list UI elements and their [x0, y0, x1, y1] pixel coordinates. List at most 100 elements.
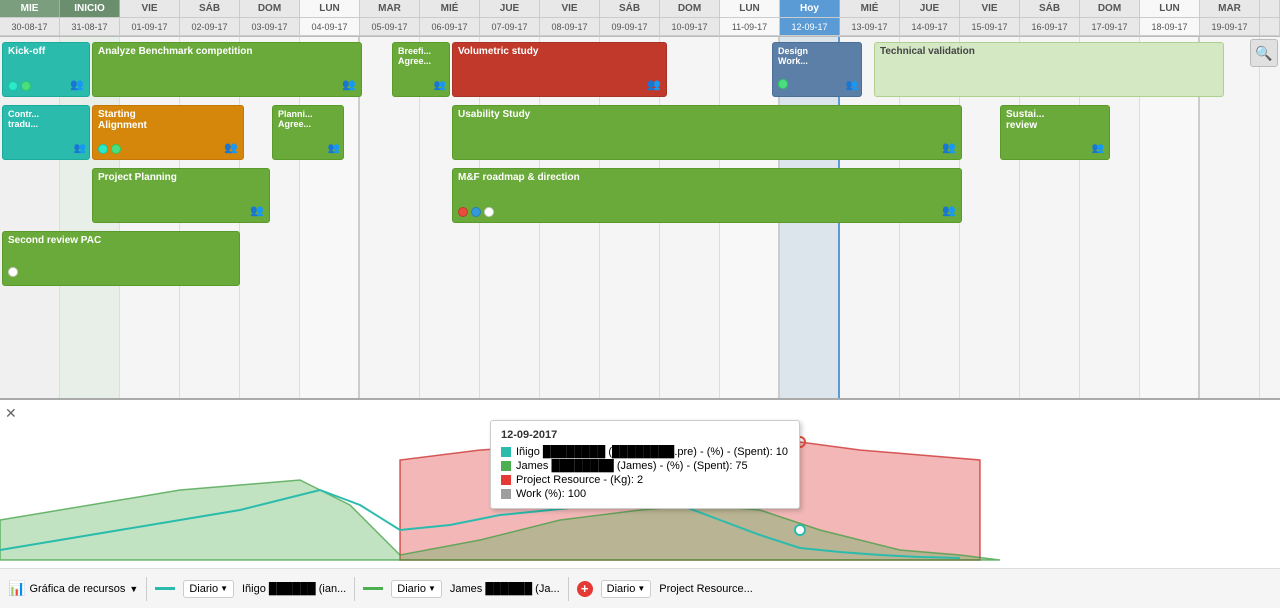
task-mf-roadmap[interactable]: M&F roadmap & direction 👥 [452, 168, 962, 223]
date-cell-5: 04-09-17S 36 [300, 18, 360, 35]
dot-teal-sa [98, 144, 108, 154]
header-day-rest [1260, 0, 1280, 17]
dot-green-sa [111, 144, 121, 154]
person-icon-starting: 👥 [224, 142, 238, 154]
person-icon-planni: 👥 [328, 143, 340, 154]
task-sustai-review[interactable]: Sustai... review 👥 [1000, 105, 1110, 160]
legend-project-resource: + [577, 581, 593, 597]
task-subtitle-design: Work... [778, 56, 856, 66]
header-day-mon1: LUN [300, 0, 360, 17]
date-cell-16: 15-09-17 [960, 18, 1020, 35]
person-icon-volumetric: 👥 [647, 79, 661, 91]
chart-footer-bar: 📊 Gráfica de recursos ▼ Diario ▼ Iñigo █… [0, 568, 1280, 608]
tooltip-item-3: Project Resource - (Kg): 2 [501, 474, 789, 486]
legend-inigo [155, 587, 175, 590]
task-second-review[interactable]: Second review PAC [2, 231, 240, 286]
header-day-sat2: SÁB [600, 0, 660, 17]
person-icon-usability: 👥 [942, 142, 956, 154]
header-day-wed2: MIÉ [840, 0, 900, 17]
date-cell-7: 06-09-17 [420, 18, 480, 35]
dot-white-sr [8, 267, 18, 277]
separator-3 [568, 577, 569, 601]
tooltip-item-1-text: Iñigo ████████ (████████.pre) - (%) - (S… [516, 446, 788, 458]
tooltip-item-2: James ████████ (James) - (%) - (Spent): … [501, 460, 789, 472]
person-icon-briefing: 👥 [434, 80, 446, 91]
chevron-down-icon-james: ▼ [428, 584, 436, 593]
task-title-contr: Contr... [8, 109, 84, 119]
header-day-sat3: SÁB [1020, 0, 1080, 17]
date-cell-6: 05-09-17 [360, 18, 420, 35]
header-day-sat: SÁB [180, 0, 240, 17]
header-day-sun: DOM [240, 0, 300, 17]
diario-dropdown-james[interactable]: Diario ▼ [391, 580, 442, 598]
gantt-container: MIE INICIO VIE SÁB DOM LUN MAR MIÉ JUE V… [0, 0, 1280, 608]
header-day-mon3: LUN [1140, 0, 1200, 17]
task-technical-validation[interactable]: Technical validation [874, 42, 1224, 97]
date-cell-1: 31-08-17 [60, 18, 120, 35]
date-cell-9: 08-09-17 [540, 18, 600, 35]
person-icon-pp: 👥 [250, 205, 264, 217]
search-button[interactable]: 🔍 [1250, 39, 1278, 67]
diario-label-inigo: Diario [189, 583, 218, 595]
header-day-wed: MIÉ [420, 0, 480, 17]
task-title-kick-off: Kick-off [8, 46, 84, 57]
person-icon-sustai: 👥 [1092, 143, 1104, 154]
legend-inigo-color [155, 587, 175, 590]
task-analyze-benchmark[interactable]: Analyze Benchmark competition 👥 [92, 42, 362, 97]
dot-green [21, 81, 31, 91]
header-day-thu: JUE [480, 0, 540, 17]
date-cell-4: 03-09-17 [240, 18, 300, 35]
date-cell-today: 12-09-17 [780, 18, 840, 35]
task-project-planning[interactable]: Project Planning 👥 [92, 168, 270, 223]
task-usability-study[interactable]: Usability Study 👥 [452, 105, 962, 160]
tooltip-item-1: Iñigo ████████ (████████.pre) - (%) - (S… [501, 446, 789, 458]
task-starting-alignment[interactable]: Starting Alignment 👥 [92, 105, 244, 160]
chevron-down-icon-pr: ▼ [637, 584, 645, 593]
resource-chart-area: ✕ 12-09-2017 Iñigo ████████ (████████.pr… [0, 398, 1280, 608]
task-design-work[interactable]: Design Work... 👥 [772, 42, 862, 97]
header-day-tue2: MAR [1200, 0, 1260, 17]
date-cell-10: 09-09-17 [600, 18, 660, 35]
date-cell-0: 30-08-17 [0, 18, 60, 35]
task-planni-agree[interactable]: Planni... Agree... 👥 [272, 105, 344, 160]
tooltip-item-3-text: Project Resource - (Kg): 2 [516, 474, 643, 486]
date-cell-14: 13-09-17 [840, 18, 900, 35]
tooltip-item-4-text: Work (%): 100 [516, 488, 586, 500]
task-briefing-agree[interactable]: Breefi... Agree... 👥 [392, 42, 450, 97]
task-subtitle-contr: tradu... [8, 119, 84, 129]
chevron-down-icon-resource: ▼ [129, 584, 138, 594]
header-day-tue: MAR [360, 0, 420, 17]
tooltip-item-2-text: James ████████ (James) - (%) - (Spent): … [516, 460, 748, 472]
resource-graph-label: Gráfica de recursos [29, 583, 125, 595]
resource-graph-button[interactable]: 📊 Gráfica de recursos ▼ [8, 580, 138, 597]
dot-red-mf [458, 207, 468, 217]
header-day-fri: VIE [120, 0, 180, 17]
diario-label-pr: Diario [607, 583, 636, 595]
date-cell-15: 14-09-17 [900, 18, 960, 35]
chart-tooltip: 12-09-2017 Iñigo ████████ (████████.pre)… [490, 420, 800, 509]
dot-green-design [778, 79, 788, 89]
chevron-down-icon-inigo: ▼ [220, 584, 228, 593]
close-chart-button[interactable]: ✕ [5, 405, 17, 422]
task-title-project-planning: Project Planning [98, 172, 264, 183]
date-cell-11: 10-09-17 [660, 18, 720, 35]
task-title-second-review: Second review PAC [8, 235, 234, 246]
task-contr-tradu[interactable]: Contr... tradu... 👥 [2, 105, 90, 160]
header-day-sun2: DOM [660, 0, 720, 17]
task-volumetric-study[interactable]: Volumetric study 👥 [452, 42, 667, 97]
task-title-analyze-benchmark: Analyze Benchmark competition [98, 46, 356, 57]
diario-dropdown-inigo[interactable]: Diario ▼ [183, 580, 234, 598]
header-day-thu2: JUE [900, 0, 960, 17]
task-title-briefing: Breefi... [398, 46, 444, 56]
person-icon-design: 👥 [846, 80, 858, 91]
task-subtitle-starting: Alignment [98, 120, 238, 131]
header-day-fri2: VIE [540, 0, 600, 17]
person-icon-analyze: 👥 [342, 79, 356, 91]
diario-label-james: Diario [397, 583, 426, 595]
task-kick-off[interactable]: Kick-off 👥 [2, 42, 90, 97]
legend-james [363, 587, 383, 590]
plus-icon-pr: + [577, 581, 593, 597]
diario-dropdown-pr[interactable]: Diario ▼ [601, 580, 652, 598]
project-resource-name: Project Resource... [659, 583, 753, 595]
date-cell-19: 18-09-17S 38 [1140, 18, 1200, 35]
